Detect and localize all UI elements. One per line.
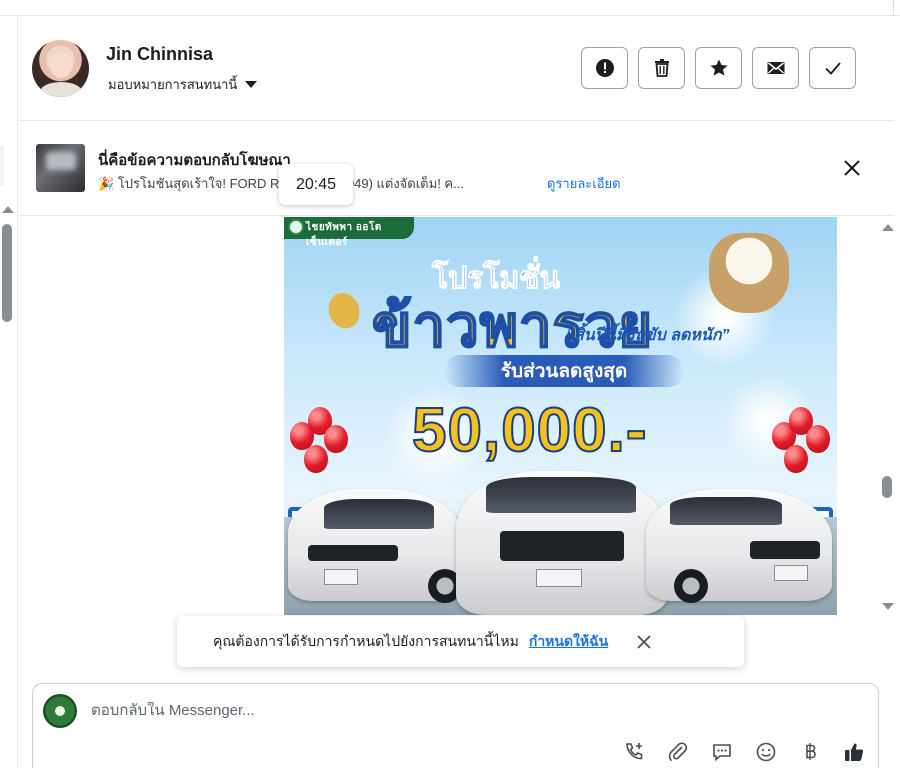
call-add-button[interactable] (622, 740, 646, 764)
delete-button[interactable] (638, 47, 685, 89)
assign-to-me-link[interactable]: กำหนดให้ฉัน (529, 631, 608, 653)
conversation-header: Jin Chinnisa มอบหมายการสนทนานี้ (18, 16, 894, 121)
ad-details-link[interactable]: ดูรายละเอียด (547, 173, 621, 194)
balloon (324, 425, 348, 453)
balloon (304, 445, 328, 473)
mark-done-button[interactable] (809, 47, 856, 89)
chat-scroll-up-arrow[interactable] (882, 224, 894, 231)
page-avatar (43, 694, 77, 728)
left-scrollbar-thumb[interactable] (2, 224, 12, 322)
mark-unread-button[interactable] (752, 47, 799, 89)
car-honda (646, 489, 832, 603)
emoji-button[interactable] (754, 740, 778, 764)
car-nissan (288, 489, 464, 603)
car-grille (308, 545, 398, 561)
thumbs-up-icon (845, 743, 864, 761)
rice-sack-graphic (709, 233, 789, 313)
car-windshield (324, 499, 434, 529)
dealer-logo-seal (288, 219, 304, 235)
car-grille (500, 531, 624, 561)
message-thread: ไชยทัพพา ออโตเซ็นเตอร์ โปรโมชั่น ข้าวพาร… (18, 217, 876, 677)
left-rail (0, 16, 18, 768)
close-icon[interactable] (842, 158, 862, 178)
promo-image-message[interactable]: ไชยทัพพา ออโตเซ็นเตอร์ โปรโมชั่น ข้าวพาร… (284, 217, 837, 615)
contact-name[interactable]: Jin Chinnisa (106, 44, 213, 65)
assign-prompt-toast: คุณต้องการได้รับการกำหนดไปยังการสนทนานี้… (177, 616, 744, 667)
ad-thumbnail-blur (46, 152, 76, 170)
mark-spam-button[interactable] (581, 47, 628, 89)
star-icon (710, 59, 727, 76)
left-rail-notch (0, 146, 4, 186)
dealer-name: ไชยทัพพา ออโตเซ็นเตอร์ (306, 222, 382, 248)
ad-thumbnail[interactable] (36, 144, 85, 192)
car-toyota (456, 471, 668, 615)
star-button[interactable] (695, 47, 742, 89)
chat-scroll-down-arrow[interactable] (882, 603, 894, 610)
car-plate (324, 569, 358, 585)
header-actions (581, 47, 856, 89)
promo-tagline: “สิ้นปีนี้มีรถขับ ลดหนัก” (566, 327, 730, 344)
balloon (784, 445, 808, 473)
assign-prompt-text: คุณต้องการได้รับการกำหนดไปยังการสนทนานี้… (213, 632, 519, 649)
contact-avatar[interactable] (32, 40, 89, 97)
discount-label-pill: รับส่วนลดสูงสุด (444, 355, 684, 387)
saved-reply-icon (713, 744, 731, 762)
saved-reply-button[interactable] (710, 740, 734, 764)
check-icon (824, 62, 841, 75)
chat-scrollbar-thumb[interactable] (882, 476, 892, 498)
rice-stalk-graphic (303, 266, 381, 344)
like-button[interactable] (842, 740, 866, 764)
car-plate (536, 569, 582, 587)
discount-amount: 50,000.- (411, 395, 648, 466)
trash-icon (654, 59, 669, 77)
attachment-icon (668, 742, 688, 762)
left-scroll-up-arrow[interactable] (2, 206, 14, 213)
attach-file-button[interactable] (666, 740, 690, 764)
payment-button[interactable] (798, 740, 822, 764)
avatar-face (50, 52, 72, 78)
balloon (806, 425, 830, 453)
mail-icon (767, 62, 784, 74)
reply-composer (32, 683, 879, 768)
dealer-banner: ไชยทัพพา ออโตเซ็นเตอร์ (284, 217, 414, 248)
ad-reply-title: นี่คือข้อความตอบกลับโฆษณา (98, 152, 291, 169)
baht-icon (806, 743, 816, 760)
car-plate (774, 565, 808, 581)
car-windshield (486, 477, 636, 513)
car-wheel (674, 569, 708, 603)
avatar-shirt (40, 82, 82, 97)
chat-scrollbar[interactable] (880, 218, 896, 610)
call-add-icon (626, 743, 643, 760)
top-strip-edge (893, 0, 894, 16)
composer-tools (622, 740, 866, 764)
emoji-icon (756, 742, 776, 762)
car-windshield (670, 497, 782, 525)
assign-conversation-dropdown[interactable]: มอบหมายการสนทนานี้ (108, 74, 258, 95)
top-strip (0, 0, 900, 16)
car-grille (750, 541, 820, 559)
reply-input[interactable] (91, 702, 691, 719)
assign-conversation-label: มอบหมายการสนทนานี้ (108, 77, 238, 92)
chevron-down-icon (245, 81, 258, 88)
alert-icon (595, 59, 614, 77)
ad-reply-bar: นี่คือข้อความตอบกลับโฆษณา 🎉 โปรโมชันสุดเ… (18, 122, 894, 216)
message-timestamp-tooltip: 20:45 (279, 164, 353, 205)
close-icon[interactable] (636, 634, 652, 650)
